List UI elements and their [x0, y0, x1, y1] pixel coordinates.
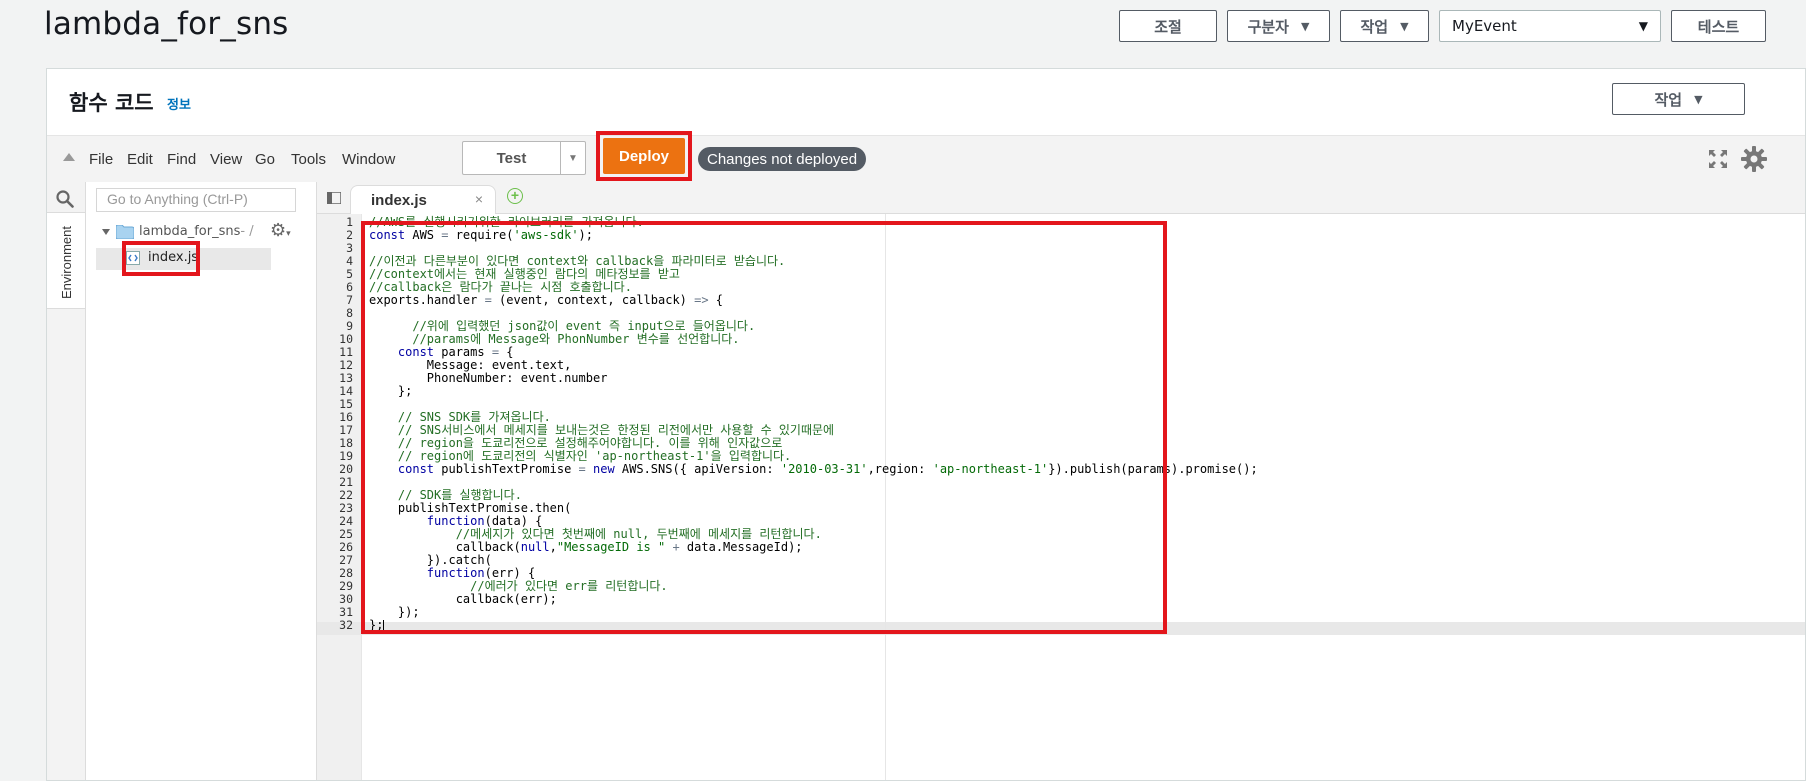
menu-window[interactable]: Window [342, 151, 395, 168]
line-text: }; [369, 618, 385, 632]
menu-edit[interactable]: Edit [127, 151, 153, 168]
cloud9-ide: File Edit Find View Go Tools Window Test… [47, 131, 1805, 780]
code-line[interactable]: 21 [317, 476, 1805, 489]
ide-test-label: Test [496, 149, 527, 167]
function-code-panel: 함수 코드 정보 작업 ▼ File Edit Find View Go Tool… [46, 68, 1806, 781]
ide-left-bar: Environment [47, 182, 86, 780]
tree-settings-icon[interactable]: ⚙▾ [270, 220, 291, 241]
highlight-box [122, 241, 200, 276]
file-tree: Go to Anything (Ctrl-P) lambda_for_sns -… [86, 182, 317, 780]
tab-menu-icon[interactable] [327, 192, 341, 204]
line-text: const publishTextPromise = new AWS.SNS({… [397, 462, 1258, 476]
code-line[interactable]: 13 PhoneNumber: event.number [317, 372, 1805, 385]
ide-menubar: File Edit Find View Go Tools Window Test… [47, 131, 1805, 183]
status-badge: Changes not deployed [698, 147, 867, 171]
go-to-anything-input[interactable]: Go to Anything (Ctrl-P) [96, 188, 296, 212]
tab-label: index.js [371, 192, 427, 209]
dropdown-icon[interactable]: ▼ [560, 142, 585, 174]
code-line[interactable]: 30 callback(err); [317, 593, 1805, 606]
expand-triangle-icon[interactable] [102, 228, 110, 235]
info-link[interactable]: 정보 [167, 94, 191, 113]
top-actions: 조절 구분자 ▼ 작업 ▼ MyEvent ▼ 테스트 [1119, 10, 1766, 42]
page-title: lambda_for_sns [44, 6, 289, 42]
folder-name: lambda_for_sns [139, 224, 241, 239]
qualifiers-button[interactable]: 구분자 ▼ [1227, 10, 1330, 42]
line-text: }; [369, 384, 413, 398]
actions-label: 작업 [1360, 17, 1389, 36]
environment-tab[interactable]: Environment [47, 212, 85, 309]
line-number: 32 [339, 618, 353, 632]
menu-find[interactable]: Find [167, 151, 196, 168]
code-line[interactable]: 32}; [317, 619, 1805, 632]
code-line[interactable]: 10 //params에 Message와 PhonNumber 변수를 선언합… [317, 333, 1805, 346]
menu-view[interactable]: View [210, 151, 242, 168]
code-lines[interactable]: 1//AWS를 실행시키기위한 라이브러리를 가져옵니다. 2 const AWS … [317, 216, 1805, 632]
panel-actions-button[interactable]: 작업 ▼ [1612, 83, 1745, 115]
test-label: 테스트 [1697, 17, 1740, 36]
code-line[interactable]: 2 const AWS = require('aws-sdk'); [317, 229, 1805, 242]
panel-header: 함수 코드 정보 작업 ▼ [47, 69, 1805, 135]
test-event-select[interactable]: MyEvent ▼ [1439, 10, 1661, 42]
caret-down-icon: ▼ [1638, 19, 1648, 33]
deploy-button[interactable]: Deploy [603, 138, 685, 174]
panel-title: 함수 코드 [69, 91, 154, 115]
menu-go[interactable]: Go [255, 151, 275, 168]
code-line[interactable]: 7 exports.handler = (event, context, call… [317, 294, 1805, 307]
line-text: const AWS = require('aws-sdk'); [369, 228, 593, 242]
tree-folder[interactable]: lambda_for_sns - / [102, 224, 254, 239]
test-event-value: MyEvent [1452, 17, 1517, 35]
code-area[interactable]: 1//AWS를 실행시키기위한 라이브러리를 가져옵니다. 2 const AWS … [317, 214, 1805, 780]
tab-index-js[interactable]: index.js × [350, 185, 496, 214]
code-line[interactable]: 26 callback(null,"MessageID is " + data.… [317, 541, 1805, 554]
menu-file[interactable]: File [89, 151, 113, 168]
panel-actions-label: 작업 [1654, 90, 1683, 109]
settings-gear-icon[interactable] [1741, 146, 1767, 172]
line-text: exports.handler = (event, context, callb… [369, 293, 724, 307]
actions-button[interactable]: 작업 ▼ [1340, 10, 1429, 42]
ide-test-button[interactable]: Test ▼ [462, 141, 586, 175]
folder-path-suffix: - / [240, 224, 254, 239]
folder-icon [116, 224, 134, 239]
caret-down-icon: ▼ [1300, 19, 1310, 33]
menu-tools[interactable]: Tools [291, 151, 326, 168]
qualifiers-label: 구분자 [1247, 17, 1289, 36]
code-line[interactable]: 31 }); [317, 606, 1805, 619]
caret-down-icon: ▼ [1400, 19, 1409, 33]
fullscreen-icon[interactable] [1709, 150, 1727, 168]
editor-tabstrip: index.js × + [317, 182, 1805, 214]
search-icon[interactable] [56, 190, 74, 208]
code-line[interactable]: 27 }).catch( [317, 554, 1805, 567]
test-button[interactable]: 테스트 [1671, 10, 1766, 42]
throttle-button[interactable]: 조절 [1119, 10, 1217, 42]
add-tab-icon[interactable]: + [507, 188, 523, 204]
close-tab-icon[interactable]: × [475, 191, 483, 207]
collapse-icon[interactable] [63, 153, 75, 161]
caret-down-icon: ▼ [1694, 92, 1703, 106]
throttle-label: 조절 [1154, 17, 1182, 36]
code-editor: index.js × + 1//AWS를 실행시키기위한 라이브러리를 가져옵니… [317, 182, 1805, 780]
code-line[interactable]: 20 const publishTextPromise = new AWS.SN… [317, 463, 1805, 476]
code-line[interactable]: 14 }; [317, 385, 1805, 398]
environment-label: Environment [59, 226, 74, 299]
